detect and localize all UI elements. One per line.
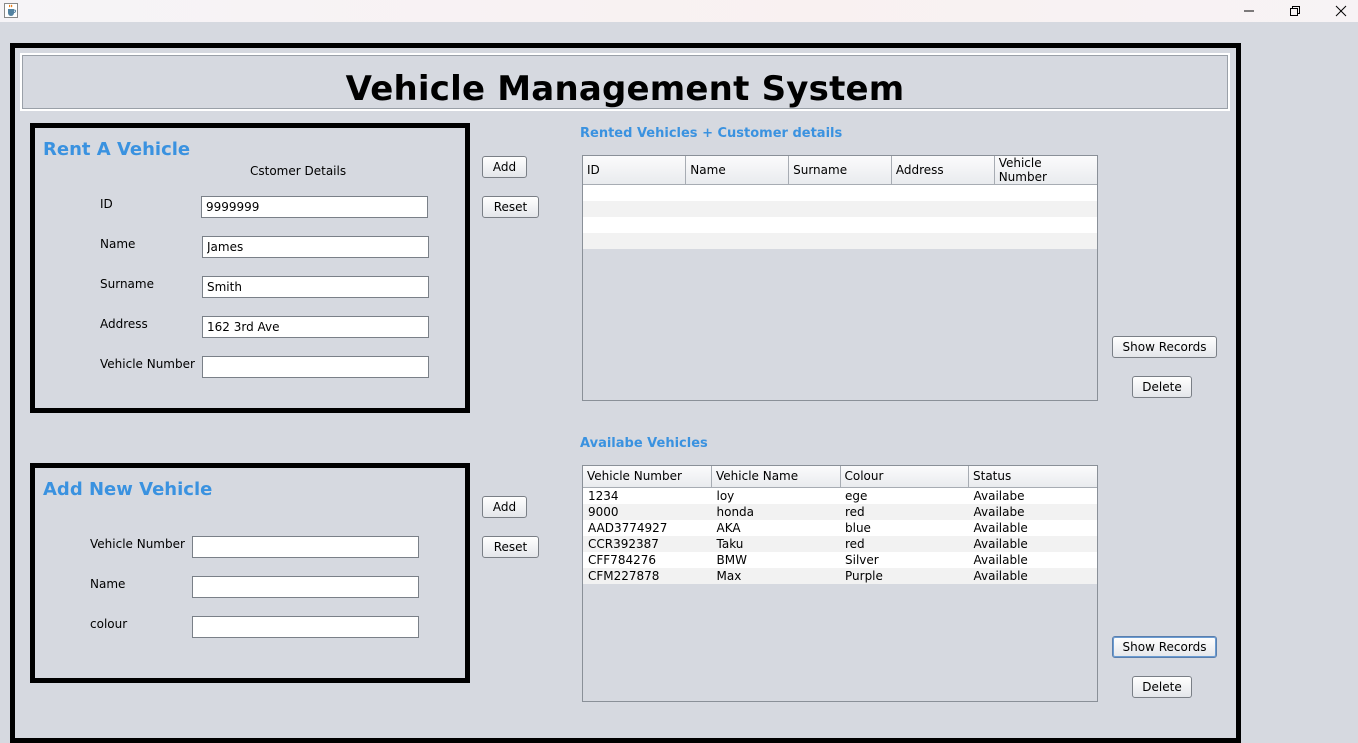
column-header-surname[interactable]: Surname <box>788 156 892 185</box>
new-vehicle-number-label: Vehicle Number <box>90 537 185 551</box>
table-row[interactable] <box>583 217 1097 233</box>
column-header-colour[interactable]: Colour <box>840 466 969 488</box>
table-row[interactable]: AAD3774927 AKA blue Available <box>583 519 1097 536</box>
table-row[interactable] <box>583 233 1097 249</box>
restore-icon <box>1290 6 1300 16</box>
new-vehicle-colour-field[interactable] <box>192 616 419 638</box>
app-title: Vehicle Management System <box>345 69 905 109</box>
new-vehicle-name-field[interactable] <box>192 576 419 598</box>
restore-button[interactable] <box>1272 0 1318 22</box>
window-titlebar <box>0 0 1358 22</box>
name-label: Name <box>100 237 136 251</box>
rent-add-button[interactable]: Add <box>482 156 527 178</box>
column-header-address[interactable]: Address <box>891 156 995 185</box>
id-label: ID <box>100 197 113 211</box>
minimize-button[interactable] <box>1226 0 1272 22</box>
rent-panel-title: Rent A Vehicle <box>43 139 191 160</box>
column-header-vehicle-number[interactable]: Vehicle Number <box>994 156 1097 185</box>
column-header-id[interactable]: ID <box>583 156 687 185</box>
table-row[interactable]: CCR392387 Taku red Available <box>583 535 1097 552</box>
new-vehicle-name-label: Name <box>90 577 126 591</box>
available-show-records-button[interactable]: Show Records <box>1112 636 1217 658</box>
surname-label: Surname <box>100 277 154 291</box>
rent-vehicle-number-field[interactable] <box>202 356 429 378</box>
new-vehicle-number-field[interactable] <box>192 536 419 558</box>
table-row[interactable] <box>583 184 1097 201</box>
java-cup-icon <box>4 3 18 18</box>
column-header-name[interactable]: Name <box>685 156 790 185</box>
close-icon <box>1335 5 1347 17</box>
address-label: Address <box>100 317 148 331</box>
column-header-vehicle-number[interactable]: Vehicle Number <box>583 466 712 488</box>
header-panel: Vehicle Management System <box>20 53 1230 111</box>
available-vehicles-table[interactable]: Vehicle Number Vehicle Name Colour Statu… <box>582 465 1098 702</box>
rented-delete-button[interactable]: Delete <box>1132 376 1192 398</box>
close-button[interactable] <box>1318 0 1358 22</box>
table-row[interactable]: CFM227878 Max Purple Available <box>583 567 1097 584</box>
address-field[interactable] <box>202 316 429 338</box>
rent-reset-button[interactable]: Reset <box>482 196 539 218</box>
id-field[interactable] <box>201 196 428 218</box>
rented-show-records-button[interactable]: Show Records <box>1112 336 1217 358</box>
column-header-status[interactable]: Status <box>968 466 1097 488</box>
minimize-icon <box>1244 10 1254 12</box>
customer-details-heading: Cstomer Details <box>250 164 347 178</box>
rented-vehicles-heading: Rented Vehicles + Customer details <box>580 126 843 141</box>
table-row[interactable]: 1234 loy ege Availabe <box>583 487 1097 504</box>
available-vehicles-heading: Availabe Vehicles <box>580 436 708 451</box>
name-field[interactable] <box>202 236 429 258</box>
rented-vehicles-table[interactable]: ID Name Surname Address Vehicle Number <box>582 155 1098 401</box>
table-row[interactable]: 9000 honda red Availabe <box>583 503 1097 520</box>
available-delete-button[interactable]: Delete <box>1132 676 1192 698</box>
add-vehicle-panel-title: Add New Vehicle <box>43 479 213 500</box>
new-vehicle-colour-label: colour <box>90 617 128 631</box>
vehicle-reset-button[interactable]: Reset <box>482 536 539 558</box>
table-row[interactable] <box>583 201 1097 217</box>
column-header-vehicle-name[interactable]: Vehicle Name <box>711 466 841 488</box>
vehicle-add-button[interactable]: Add <box>482 496 527 518</box>
table-row[interactable]: CFF784276 BMW Silver Available <box>583 551 1097 568</box>
vehicle-number-label: Vehicle Number <box>100 357 195 371</box>
surname-field[interactable] <box>202 276 429 298</box>
